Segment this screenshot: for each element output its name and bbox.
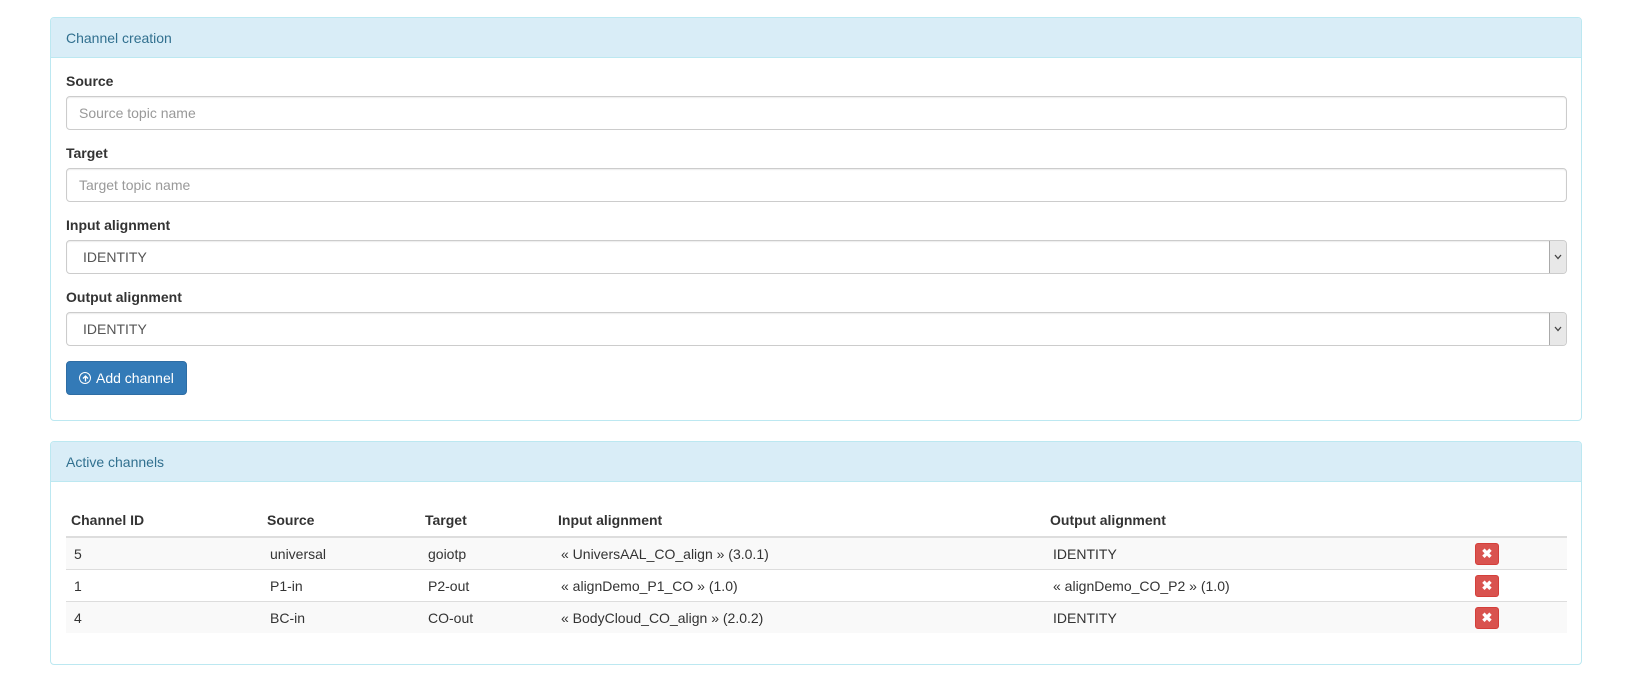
col-source: Source (262, 502, 420, 538)
col-channel-id: Channel ID (66, 502, 262, 538)
active-channels-panel: Active channels Channel ID Source Target… (50, 441, 1582, 665)
cell-source: universal (262, 536, 420, 570)
input-alignment-value: IDENTITY (83, 249, 147, 265)
cell-channel-id: 4 (66, 601, 262, 633)
table-header-row: Channel ID Source Target Input alignment… (66, 502, 1567, 538)
target-group: Target (66, 145, 1567, 202)
cell-channel-id: 5 (66, 536, 262, 570)
cell-input-alignment: « UniversAAL_CO_align » (3.0.1) (553, 536, 1045, 570)
col-actions (1467, 502, 1567, 538)
add-channel-button[interactable]: Add channel (66, 361, 187, 395)
cell-actions: ✖ (1467, 536, 1567, 570)
output-alignment-group: Output alignment IDENTITY (66, 289, 1567, 346)
delete-channel-button[interactable]: ✖ (1475, 574, 1499, 597)
cell-output-alignment: IDENTITY (1045, 601, 1467, 633)
cell-target: P2-out (420, 569, 553, 602)
remove-icon: ✖ (1481, 610, 1493, 625)
col-output-alignment: Output alignment (1045, 502, 1467, 538)
chevron-down-icon[interactable] (1549, 241, 1566, 273)
channels-table: Channel ID Source Target Input alignment… (66, 502, 1567, 633)
cell-target: CO-out (420, 601, 553, 633)
delete-channel-button[interactable]: ✖ (1475, 542, 1499, 565)
circle-arrow-up-icon (79, 372, 91, 384)
cell-channel-id: 1 (66, 569, 262, 602)
cell-output-alignment: « alignDemo_CO_P2 » (1.0) (1045, 569, 1467, 602)
cell-source: P1-in (262, 569, 420, 602)
cell-source: BC-in (262, 601, 420, 633)
input-alignment-group: Input alignment IDENTITY (66, 217, 1567, 274)
delete-channel-button[interactable]: ✖ (1475, 606, 1499, 629)
cell-output-alignment: IDENTITY (1045, 536, 1467, 570)
table-row: 4 BC-in CO-out « BodyCloud_CO_align » (2… (66, 601, 1567, 633)
target-label: Target (66, 145, 108, 161)
input-alignment-label: Input alignment (66, 217, 171, 233)
source-label: Source (66, 73, 114, 89)
add-channel-label: Add channel (96, 370, 174, 386)
remove-icon: ✖ (1481, 578, 1493, 593)
table-row: 5 universal goiotp « UniversAAL_CO_align… (66, 536, 1567, 570)
panel-title: Active channels (51, 442, 1581, 482)
table-row: 1 P1-in P2-out « alignDemo_P1_CO » (1.0)… (66, 569, 1567, 602)
cell-input-alignment: « BodyCloud_CO_align » (2.0.2) (553, 601, 1045, 633)
output-alignment-label: Output alignment (66, 289, 182, 305)
col-input-alignment: Input alignment (553, 502, 1045, 538)
output-alignment-value: IDENTITY (83, 321, 147, 337)
cell-target: goiotp (420, 536, 553, 570)
cell-input-alignment: « alignDemo_P1_CO » (1.0) (553, 569, 1045, 602)
col-target: Target (420, 502, 553, 538)
input-alignment-select[interactable]: IDENTITY (66, 240, 1567, 274)
panel-title: Channel creation (51, 18, 1581, 58)
channel-creation-panel: Channel creation Source Target Input ali… (50, 17, 1582, 421)
cell-actions: ✖ (1467, 601, 1567, 633)
output-alignment-select[interactable]: IDENTITY (66, 312, 1567, 346)
remove-icon: ✖ (1481, 546, 1493, 561)
chevron-down-icon[interactable] (1549, 313, 1566, 345)
source-input[interactable] (66, 96, 1567, 130)
target-input[interactable] (66, 168, 1567, 202)
source-group: Source (66, 73, 1567, 130)
cell-actions: ✖ (1467, 569, 1567, 602)
